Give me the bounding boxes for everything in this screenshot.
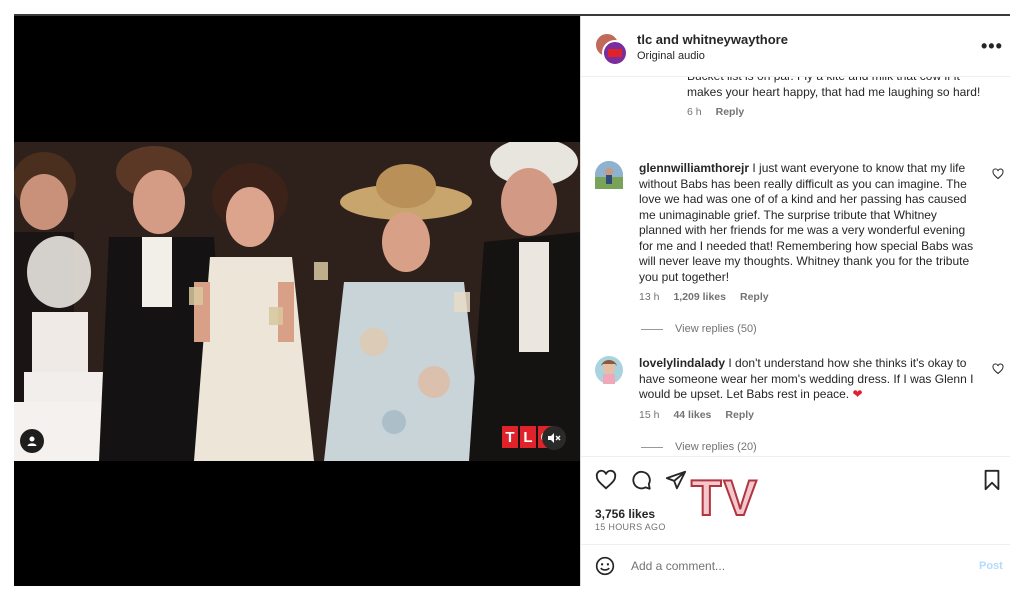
comment-likes[interactable]: 1,209 likes [673, 291, 726, 303]
comment-time[interactable]: 15 h [639, 409, 659, 421]
view-replies-label: View replies (20) [675, 441, 757, 453]
comment-item: lovelylindalady I don't understand how s… [639, 356, 981, 421]
post-timestamp: 15 HOURS AGO [595, 522, 666, 532]
like-comment-heart-icon[interactable] [992, 363, 1004, 375]
tlc-logo-letter: L [520, 426, 536, 448]
comment-likes[interactable]: 44 likes [673, 409, 711, 421]
comments-list[interactable]: Bucket list is on par. Fly a kite and mi… [581, 77, 1010, 456]
tlc-avatar [602, 40, 628, 66]
post-authors[interactable]: tlc and whitneywaythore [637, 32, 788, 47]
comment-item: Bucket list is on par. Fly a kite and mi… [687, 77, 987, 118]
comment-time[interactable]: 6 h [687, 106, 702, 118]
view-replies-link[interactable]: View replies (20) [641, 441, 757, 453]
save-bookmark-icon[interactable] [982, 469, 1002, 491]
comment-input[interactable] [629, 553, 963, 579]
comment-time[interactable]: 13 h [639, 291, 659, 303]
comment-text: Bucket list is on par. Fly a kite and mi… [687, 77, 981, 99]
comment-bubble-icon[interactable] [630, 469, 652, 491]
tv-watermark: TV [690, 469, 759, 527]
like-heart-icon[interactable] [595, 469, 617, 491]
comment-body: glennwilliamthorejr I just want everyone… [639, 161, 981, 285]
audio-label[interactable]: Original audio [637, 50, 705, 62]
wedding-photo [14, 142, 580, 461]
avatar[interactable] [595, 161, 623, 189]
tagged-user-icon[interactable] [20, 429, 44, 453]
comment-username[interactable]: glennwilliamthorejr [639, 161, 749, 175]
comment-text: I just want everyone to know that my lif… [639, 161, 974, 284]
photo-illustration [14, 142, 580, 461]
more-options-icon[interactable]: ••• [981, 36, 1003, 57]
like-comment-heart-icon[interactable] [992, 168, 1004, 180]
post-header: tlc and whitneywaythore Original audio •… [581, 16, 1010, 77]
comment-meta: 6 h Reply [687, 106, 987, 118]
avatar[interactable] [595, 356, 623, 384]
muted-speaker-icon[interactable] [542, 426, 566, 450]
red-heart-emoji-icon: ❤ [852, 387, 863, 401]
comment-item: glennwilliamthorejr I just want everyone… [639, 161, 981, 303]
view-replies-label: View replies (50) [675, 323, 757, 335]
post-side-panel: tlc and whitneywaythore Original audio •… [581, 16, 1010, 586]
share-paper-plane-icon[interactable] [665, 469, 687, 491]
post-media[interactable]: T L C [14, 16, 580, 586]
like-count[interactable]: 3,756 likes [595, 507, 655, 521]
tlc-logo-letter: T [502, 426, 518, 448]
comment-meta: 13 h 1,209 likes Reply [639, 291, 981, 303]
comment-username[interactable]: lovelylindalady [639, 356, 725, 370]
reply-button[interactable]: Reply [740, 291, 769, 303]
view-replies-link[interactable]: View replies (50) [641, 323, 757, 335]
emoji-icon[interactable] [595, 556, 615, 576]
reply-button[interactable]: Reply [716, 106, 745, 118]
collab-avatars[interactable] [594, 32, 628, 66]
post-button[interactable]: Post [979, 560, 1003, 572]
comment-meta: 15 h 44 likes Reply [639, 409, 981, 421]
post-actions: TV 3,756 likes 15 HOURS AGO [581, 456, 1010, 547]
comment-body: lovelylindalady I don't understand how s… [639, 356, 981, 403]
reply-button[interactable]: Reply [725, 409, 754, 421]
add-comment-bar: Post [581, 544, 1010, 587]
